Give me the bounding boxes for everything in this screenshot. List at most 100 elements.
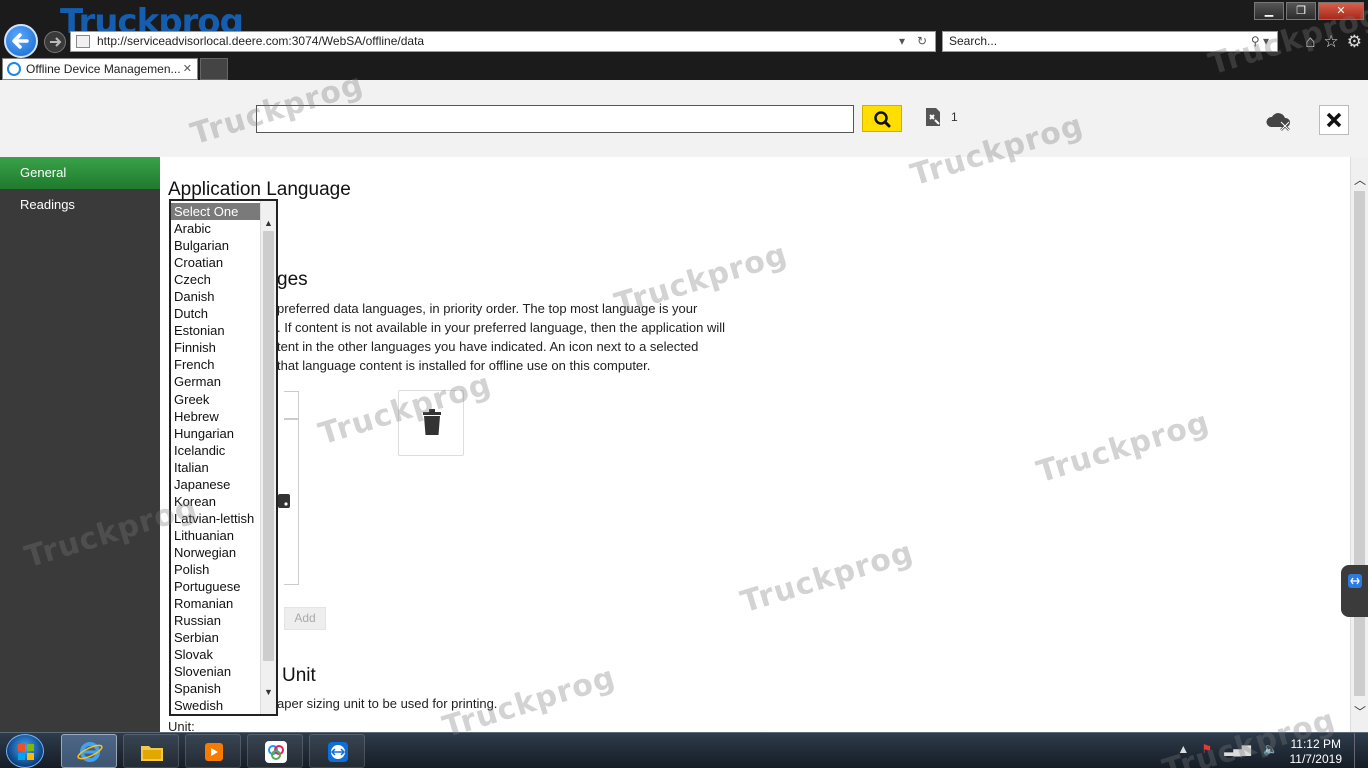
language-option[interactable]: Dutch <box>171 305 260 322</box>
language-option[interactable]: Japanese <box>171 476 260 493</box>
language-option[interactable]: Arabic <box>171 220 260 237</box>
internet-explorer-icon <box>77 742 103 762</box>
trash-icon <box>423 409 441 435</box>
language-option[interactable]: French <box>171 356 260 373</box>
taskbar-teamviewer[interactable] <box>309 734 365 768</box>
show-desktop-button[interactable] <box>1354 733 1368 768</box>
language-option[interactable]: Bulgarian <box>171 237 260 254</box>
teamviewer-icon <box>1348 574 1362 588</box>
language-option[interactable]: Norwegian <box>171 544 260 561</box>
start-button[interactable] <box>6 734 44 768</box>
printing-unit-description: aper sizing unit to be used for printing… <box>277 696 498 711</box>
address-text: http://serviceadvisorlocal.deere.com:307… <box>97 34 425 48</box>
browser-search-placeholder: Search... <box>949 34 998 48</box>
installed-disk-icon <box>278 494 290 508</box>
taskbar-internet-explorer[interactable] <box>61 734 117 768</box>
download-list-icon[interactable] <box>922 106 944 128</box>
language-option[interactable]: Serbian <box>171 629 260 646</box>
main-content: Application Language ges preferred data … <box>160 157 1350 732</box>
unit-label: Unit: <box>168 719 195 732</box>
teamviewer-side-tab[interactable] <box>1341 565 1368 617</box>
app-header: 1 <box>0 80 1368 157</box>
taskbar-file-explorer[interactable] <box>123 734 179 768</box>
new-tab-button[interactable] <box>200 58 228 80</box>
language-option[interactable]: Hebrew <box>171 408 260 425</box>
language-option[interactable]: Spanish <box>171 680 260 697</box>
language-option[interactable]: Slovak <box>171 646 260 663</box>
favorites-star-icon[interactable]: ☆ <box>1324 32 1339 52</box>
add-language-button[interactable]: Add <box>284 607 326 630</box>
data-languages-description: preferred data languages, in priority or… <box>277 299 852 375</box>
ie-icon <box>7 62 21 76</box>
tab-offline-device-management[interactable]: Offline Device Managemen... ✕ <box>2 58 198 80</box>
language-option[interactable]: Romanian <box>171 595 260 612</box>
language-option[interactable]: Czech <box>171 271 260 288</box>
chevron-up-icon[interactable]: ▲ <box>261 215 276 231</box>
scroll-up-icon[interactable]: ︿ <box>1354 171 1366 188</box>
browser-chrome: Truckprog http://serviceadvisorlocal.dee… <box>0 0 1368 80</box>
taskbar-media-player[interactable] <box>185 734 241 768</box>
volume-icon[interactable]: 🔈 <box>1263 742 1278 756</box>
system-clock[interactable]: 11:12 PM 11/7/2019 <box>1290 737 1343 767</box>
application-language-dropdown[interactable]: Select One Arabic Bulgarian Croatian Czech Da… <box>169 199 278 716</box>
language-option[interactable]: Croatian <box>171 254 260 271</box>
chevron-down-icon[interactable]: ▼ <box>261 684 276 700</box>
app-search-input[interactable] <box>256 105 854 133</box>
language-option[interactable]: Estonian <box>171 322 260 339</box>
windows-taskbar: ▲ ⚑ ▂▄▆ 🔈 11:12 PM 11/7/2019 <box>0 732 1368 768</box>
tray-expand-icon[interactable]: ▲ <box>1177 742 1189 756</box>
language-option[interactable]: Korean <box>171 493 260 510</box>
sidebar-item-readings[interactable]: Readings <box>0 189 160 221</box>
back-button[interactable] <box>4 24 38 58</box>
browser-search-input[interactable]: Search... ⚲ ▾ <box>942 31 1278 52</box>
system-tray: ▲ ⚑ ▂▄▆ 🔈 <box>1177 742 1278 756</box>
language-option[interactable]: Latvian-lettish <box>171 510 260 527</box>
cloud-offline-icon[interactable] <box>1265 110 1293 132</box>
arrow-left-icon <box>12 33 29 49</box>
home-icon[interactable]: ⌂ <box>1305 32 1315 52</box>
scroll-down-icon[interactable]: ﹀ <box>1354 703 1366 720</box>
dropdown-icon[interactable]: ▾ <box>899 32 905 51</box>
language-option[interactable]: Select One <box>171 203 260 221</box>
language-option[interactable]: Finnish <box>171 339 260 356</box>
language-option[interactable]: Danish <box>171 288 260 305</box>
sidebar-item-general[interactable]: General <box>0 157 160 189</box>
delete-language-button[interactable] <box>398 390 464 456</box>
dropdown-scrollbar[interactable]: ▲ ▼ <box>260 201 276 714</box>
language-option[interactable]: Italian <box>171 459 260 476</box>
application-language-heading: Application Language <box>168 179 351 200</box>
clock-time: 11:12 PM <box>1290 737 1341 751</box>
maximize-button[interactable]: ❐ <box>1286 2 1316 20</box>
language-option[interactable]: Polish <box>171 561 260 578</box>
taskbar-app-rings[interactable] <box>247 734 303 768</box>
language-option[interactable]: Hungarian <box>171 425 260 442</box>
address-bar[interactable]: http://serviceadvisorlocal.deere.com:307… <box>70 31 936 52</box>
tab-close-icon[interactable]: ✕ <box>183 59 192 79</box>
action-center-flag-icon[interactable]: ⚑ <box>1201 742 1212 756</box>
page-scroll-thumb[interactable] <box>1354 191 1365 696</box>
language-option[interactable]: Portuguese <box>171 578 260 595</box>
window-close-button[interactable]: ✕ <box>1318 2 1364 20</box>
app-search-button[interactable] <box>862 105 902 132</box>
close-app-button[interactable] <box>1319 105 1349 135</box>
minimize-button[interactable]: ▁ <box>1254 2 1284 20</box>
dropdown-scroll-thumb[interactable] <box>263 231 274 661</box>
refresh-icon[interactable]: ↻ <box>917 32 927 51</box>
language-option[interactable]: German <box>171 373 260 390</box>
language-option[interactable]: Lithuanian <box>171 527 260 544</box>
language-option[interactable]: Greek <box>171 391 260 408</box>
close-icon <box>1326 112 1342 128</box>
search-icon[interactable]: ⚲ ▾ <box>1251 32 1269 51</box>
window-controls: ▁ ❐ ✕ <box>1254 2 1364 20</box>
network-signal-icon[interactable]: ▂▄▆ <box>1224 742 1251 756</box>
printing-unit-heading: Unit <box>282 665 316 686</box>
settings-gear-icon[interactable]: ⚙ <box>1347 32 1362 52</box>
page-scrollbar[interactable]: ︿ ﹀ <box>1350 157 1368 732</box>
tab-title: Offline Device Managemen... <box>26 62 181 76</box>
language-option[interactable]: Swedish <box>171 697 260 714</box>
data-language-select[interactable] <box>284 391 299 419</box>
teamviewer-icon <box>328 742 348 762</box>
language-option[interactable]: Icelandic <box>171 442 260 459</box>
language-option[interactable]: Russian <box>171 612 260 629</box>
language-option[interactable]: Slovenian <box>171 663 260 680</box>
